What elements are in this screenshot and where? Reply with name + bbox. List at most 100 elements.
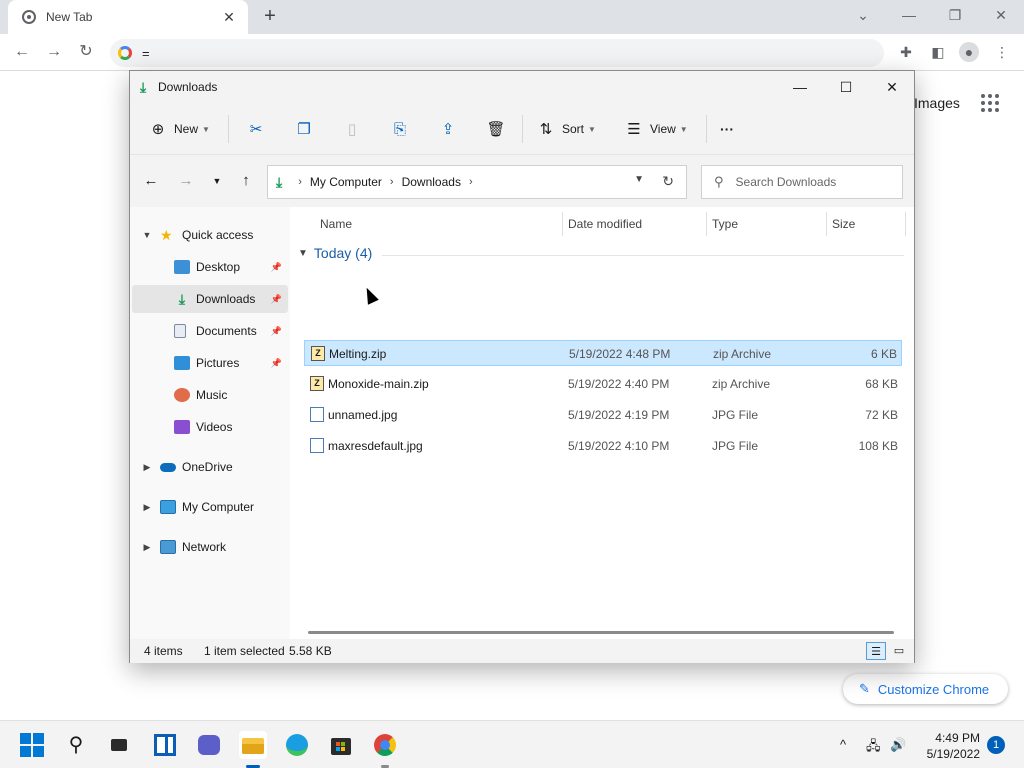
address-dropdown-chevron-icon[interactable]: ▼ xyxy=(634,174,644,185)
tiles-view-icon[interactable]: ▭ xyxy=(889,642,909,660)
chat-teams-icon[interactable] xyxy=(195,731,223,759)
paste-button[interactable]: ▯ xyxy=(342,117,362,141)
volume-icon[interactable]: 🔊 xyxy=(890,737,906,753)
breadcrumb-my-computer[interactable]: My Computer xyxy=(310,175,382,189)
column-divider[interactable] xyxy=(706,212,707,236)
column-header-type[interactable]: Type xyxy=(712,217,738,237)
breadcrumb-chevron-icon[interactable]: › xyxy=(390,176,394,188)
column-divider[interactable] xyxy=(826,212,827,236)
group-header-today[interactable]: ▼ Today (4) xyxy=(298,245,372,261)
table-row[interactable]: unnamed.jpg 5/19/2022 4:19 PM JPG File 7… xyxy=(304,402,902,428)
table-row[interactable]: maxresdefault.jpg 5/19/2022 4:10 PM JPG … xyxy=(304,433,902,459)
back-arrow-icon[interactable]: ← xyxy=(141,171,161,191)
task-view-icon[interactable] xyxy=(106,731,134,759)
reload-icon[interactable]: ↻ xyxy=(74,40,98,64)
file-type: zip Archive xyxy=(712,377,771,391)
search-input[interactable] xyxy=(735,175,886,189)
delete-button[interactable]: 🗑 xyxy=(486,117,506,141)
nav-item-my-computer[interactable]: ▶ My Computer xyxy=(132,493,288,521)
column-divider[interactable] xyxy=(562,212,563,236)
view-button[interactable]: ☰ View ▼ xyxy=(624,117,687,141)
horizontal-scrollbar[interactable] xyxy=(308,631,894,634)
address-bar[interactable]: ⤓ › My Computer › Downloads › ▼ ↻ xyxy=(267,165,687,199)
search-icon[interactable]: ⚲ xyxy=(62,731,90,759)
system-clock[interactable]: 4:49 PM 5/19/2022 xyxy=(920,730,980,762)
breadcrumb-chevron-icon[interactable]: › xyxy=(298,176,302,188)
chrome-taskbar-icon[interactable] xyxy=(371,731,399,759)
explorer-minimize-button[interactable]: — xyxy=(778,75,822,99)
pin-icon[interactable]: 📌 xyxy=(271,358,282,369)
forward-arrow-icon[interactable]: → xyxy=(42,40,66,64)
back-arrow-icon[interactable]: ← xyxy=(10,40,34,64)
share-button[interactable]: ⇪ xyxy=(438,117,458,141)
column-header-date[interactable]: Date modified xyxy=(568,217,642,237)
rename-button[interactable]: ⎘ xyxy=(390,117,410,141)
omnibox-text[interactable]: = xyxy=(142,46,150,61)
google-apps-grid-icon[interactable] xyxy=(981,94,999,112)
search-box[interactable]: ⚲ xyxy=(701,165,903,199)
sort-button[interactable]: ⇅ Sort ▼ xyxy=(536,117,596,141)
new-button[interactable]: ⊕ New ▼ xyxy=(148,117,210,141)
explorer-maximize-button[interactable]: ☐ xyxy=(824,75,868,99)
omnibox[interactable]: = xyxy=(110,39,884,67)
customize-chrome-button[interactable]: ✎ Customize Chrome xyxy=(843,674,1008,704)
nav-item-quick-access[interactable]: ▼ ★ Quick access xyxy=(132,221,288,249)
table-row[interactable]: Z Melting.zip 5/19/2022 4:48 PM zip Arch… xyxy=(304,340,902,366)
column-header-name[interactable]: Name xyxy=(320,217,352,237)
file-size: 108 KB xyxy=(858,439,898,453)
chevron-right-icon[interactable]: ▶ xyxy=(140,542,154,553)
nav-item-videos[interactable]: Videos xyxy=(132,413,288,441)
explorer-close-button[interactable]: ✕ xyxy=(870,75,914,99)
details-view-icon[interactable]: ☰ xyxy=(866,642,886,660)
chevron-right-icon[interactable]: ▶ xyxy=(140,502,154,513)
status-selected: 1 item selected xyxy=(204,644,285,658)
widgets-icon[interactable] xyxy=(151,731,179,759)
column-header-size[interactable]: Size xyxy=(832,217,855,237)
nav-item-pictures[interactable]: Pictures 📌 xyxy=(132,349,288,377)
close-icon[interactable]: ✕ xyxy=(986,4,1016,26)
breadcrumb-downloads[interactable]: Downloads xyxy=(402,175,461,189)
sort-arrows-icon: ⇅ xyxy=(539,121,553,138)
new-tab-button[interactable]: + xyxy=(258,5,282,29)
nav-item-onedrive[interactable]: ▶ OneDrive xyxy=(132,453,288,481)
side-panel-icon[interactable]: ◧ xyxy=(928,42,948,62)
nav-item-documents[interactable]: Documents 📌 xyxy=(132,317,288,345)
forward-arrow-icon[interactable]: → xyxy=(176,171,196,191)
explorer-title-bar[interactable]: ⤓ Downloads — ☐ ✕ xyxy=(130,71,914,103)
column-divider[interactable] xyxy=(905,212,906,236)
nav-item-desktop[interactable]: Desktop 📌 xyxy=(132,253,288,281)
show-hidden-icons-chevron-icon[interactable]: ^ xyxy=(840,737,846,752)
cut-button[interactable]: ✂ xyxy=(246,117,266,141)
notification-badge[interactable]: 1 xyxy=(987,736,1005,754)
profile-avatar-icon[interactable]: ● xyxy=(959,42,979,62)
tab-new-tab[interactable]: New Tab ✕ xyxy=(8,0,248,34)
breadcrumb-chevron-icon[interactable]: › xyxy=(469,176,473,188)
minimize-icon[interactable]: — xyxy=(894,4,924,26)
chrome-menu-icon[interactable]: ⋮ xyxy=(992,42,1012,62)
pin-icon[interactable]: 📌 xyxy=(271,294,282,305)
more-options-button[interactable]: ··· xyxy=(720,117,734,141)
file-date: 5/19/2022 4:40 PM xyxy=(568,377,670,391)
table-row[interactable]: Z Monoxide-main.zip 5/19/2022 4:40 PM zi… xyxy=(304,371,902,397)
up-arrow-icon[interactable]: ↑ xyxy=(236,171,256,191)
pin-icon[interactable]: 📌 xyxy=(271,326,282,337)
nav-item-downloads[interactable]: ⤓ Downloads 📌 xyxy=(132,285,288,313)
tab-close-icon[interactable]: ✕ xyxy=(220,9,238,26)
refresh-icon[interactable]: ↻ xyxy=(662,173,674,190)
chevron-down-icon[interactable]: ▼ xyxy=(140,230,154,240)
start-windows-icon[interactable] xyxy=(20,733,44,757)
copy-button[interactable]: ❐ xyxy=(294,117,314,141)
nav-item-network[interactable]: ▶ Network xyxy=(132,533,288,561)
pin-icon[interactable]: 📌 xyxy=(271,262,282,273)
microsoft-store-icon[interactable] xyxy=(327,731,355,759)
images-link[interactable]: Images xyxy=(914,95,960,111)
network-tray-icon[interactable]: 🖧 xyxy=(866,737,881,759)
nav-item-music[interactable]: Music xyxy=(132,381,288,409)
recent-locations-chevron-icon[interactable]: ▼ xyxy=(207,171,227,191)
tab-search-chevron-icon[interactable]: ⌄ xyxy=(848,4,878,26)
file-explorer-taskbar-icon[interactable] xyxy=(239,731,267,759)
extensions-puzzle-icon[interactable]: ✚ xyxy=(896,42,916,62)
edge-browser-icon[interactable] xyxy=(283,731,311,759)
restore-icon[interactable]: ❐ xyxy=(940,4,970,26)
chevron-right-icon[interactable]: ▶ xyxy=(140,462,154,473)
